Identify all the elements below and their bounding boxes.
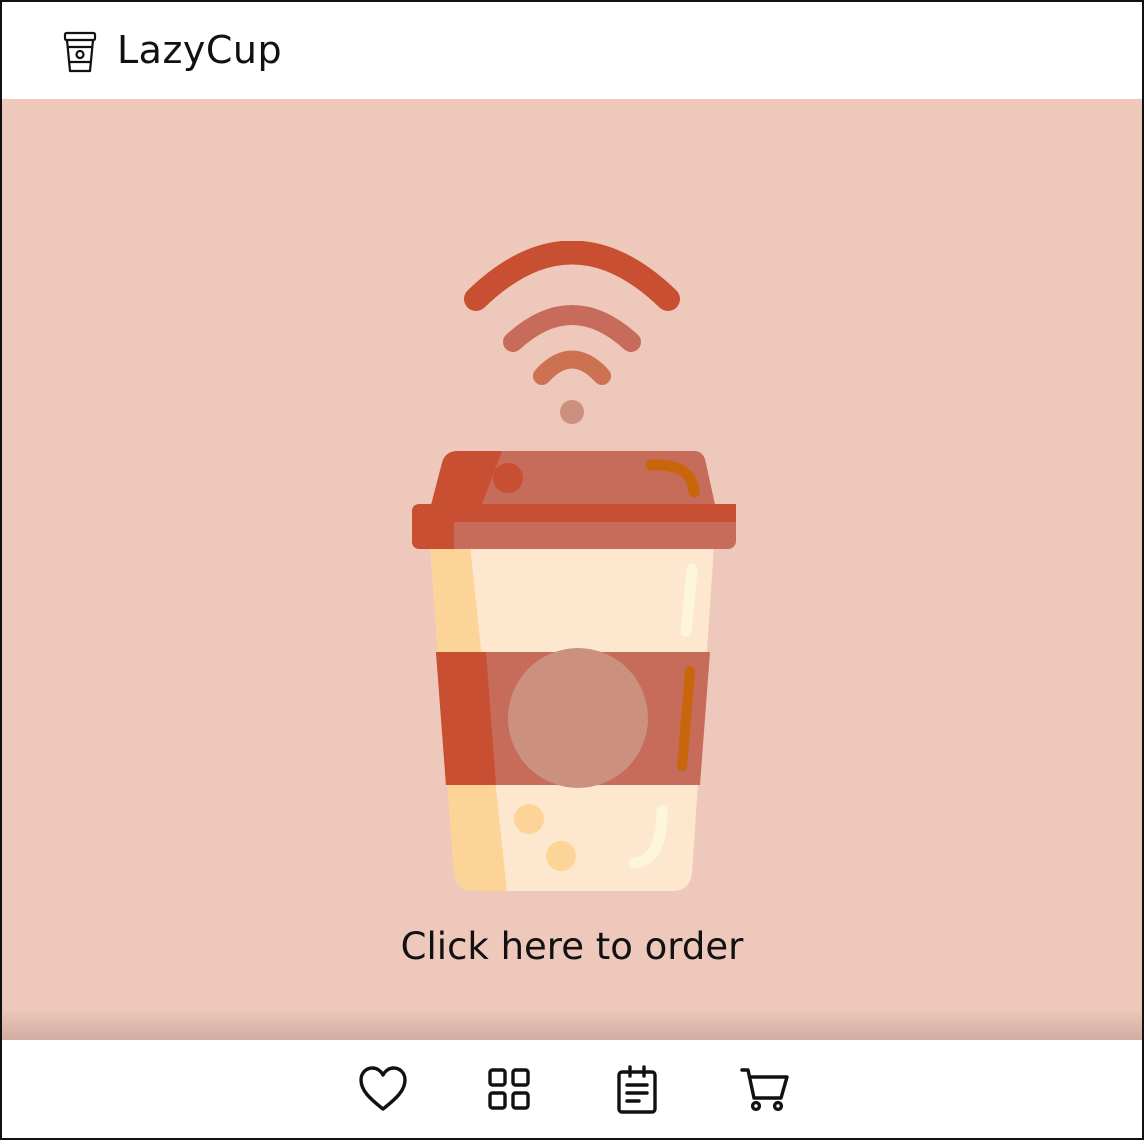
wireless-coffee-cup-illustration[interactable] — [402, 241, 742, 901]
cart-icon — [740, 1068, 789, 1112]
heart-icon — [359, 1066, 407, 1111]
hero-bottom-shadow — [2, 1008, 1142, 1040]
favorites-button[interactable] — [355, 1064, 411, 1116]
grid-icon — [488, 1068, 530, 1110]
bottom-nav — [2, 1040, 1142, 1138]
app-header: LazyCup — [2, 2, 1142, 99]
order-hero[interactable]: Click here to order — [2, 99, 1142, 1040]
cart-button[interactable] — [737, 1064, 793, 1116]
notepad-icon — [617, 1065, 657, 1114]
app-frame: LazyCup Click here to order — [0, 0, 1144, 1140]
order-cta-label[interactable]: Click here to order — [2, 925, 1142, 968]
orders-button[interactable] — [609, 1064, 665, 1116]
brand-name[interactable]: LazyCup — [117, 28, 282, 72]
menu-grid-button[interactable] — [482, 1064, 538, 1116]
coffee-cup-icon — [63, 31, 97, 73]
